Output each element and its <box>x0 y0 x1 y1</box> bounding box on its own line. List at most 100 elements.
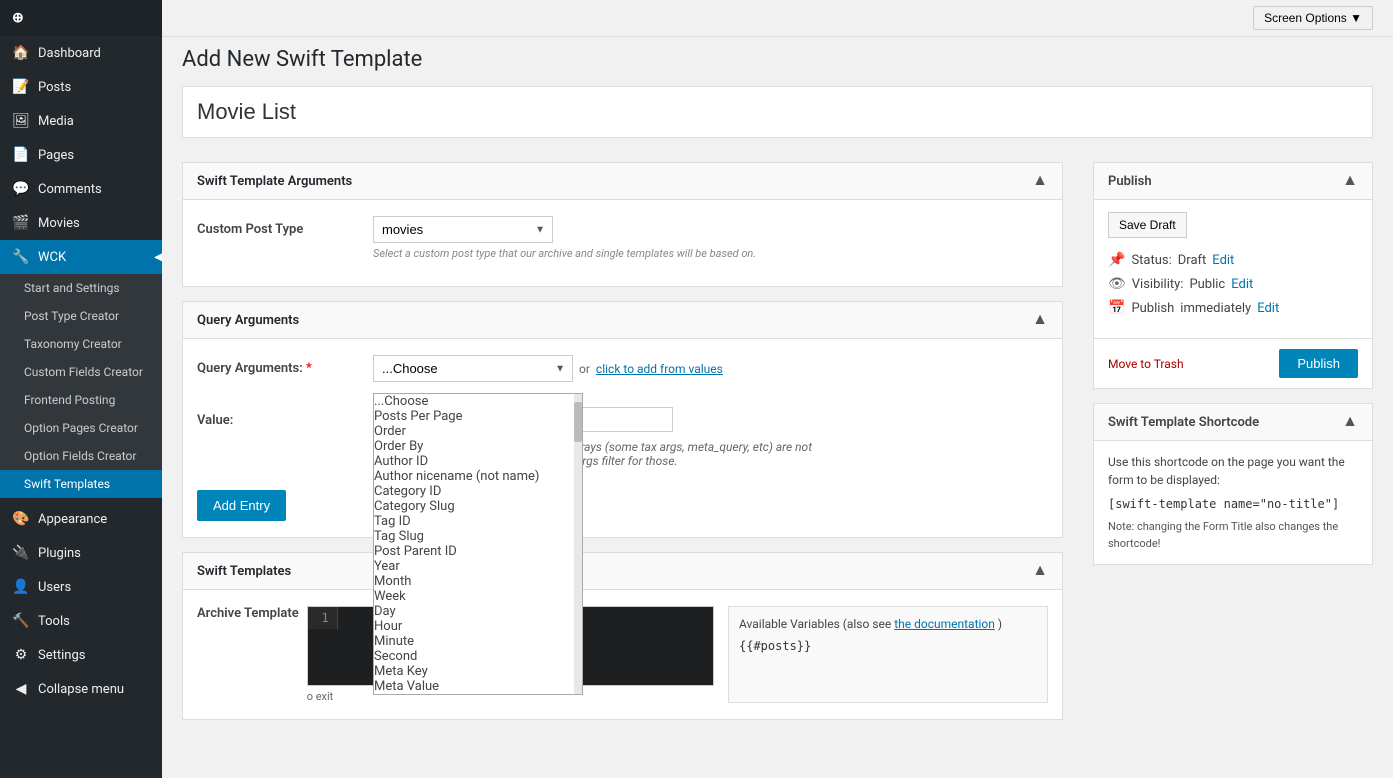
dropdown-item-month[interactable]: Month <box>374 574 582 589</box>
documentation-link[interactable]: the documentation <box>894 617 995 631</box>
collapse-swift-template-btn[interactable]: ▲ <box>1032 172 1048 190</box>
wck-submenu: Start and Settings Post Type Creator Tax… <box>0 274 162 498</box>
sidebar-submenu-option-pages-creator[interactable]: Option Pages Creator <box>0 414 162 442</box>
sidebar-submenu-swift-templates[interactable]: Swift Templates <box>0 470 162 498</box>
sidebar-item-media[interactable]: 🖼 Media <box>0 104 162 138</box>
sidebar-item-movies[interactable]: 🎬 Movies <box>0 206 162 240</box>
publish-time-edit-link[interactable]: Edit <box>1257 301 1279 316</box>
shortcode-panel: Swift Template Shortcode ▲ Use this shor… <box>1093 403 1373 565</box>
sidebar-item-settings[interactable]: ⚙ Settings <box>0 638 162 672</box>
dropdown-item-author-nicename[interactable]: Author nicename (not name) <box>374 469 582 484</box>
publish-panel-header[interactable]: Publish ▲ <box>1094 163 1372 200</box>
tools-icon: 🔨 <box>12 613 30 629</box>
sidebar-item-wck[interactable]: 🔧 WCK ◂ <box>0 240 162 274</box>
add-entry-button[interactable]: Add Entry <box>197 490 286 521</box>
dropdown-scrollbar-thumb[interactable] <box>574 402 582 442</box>
sidebar-item-dashboard[interactable]: 🏠 Dashboard <box>0 36 162 70</box>
swift-template-arguments-header[interactable]: Swift Template Arguments ▲ <box>183 163 1062 200</box>
save-draft-button[interactable]: Save Draft <box>1108 212 1187 238</box>
query-arguments-title: Query Arguments <box>197 313 299 328</box>
shortcode-note: Note: changing the Form Title also chang… <box>1108 519 1358 552</box>
sidebar-item-users[interactable]: 👤 Users <box>0 570 162 604</box>
sidebar-item-tools[interactable]: 🔨 Tools <box>0 604 162 638</box>
dropdown-item-author-id[interactable]: Author ID <box>374 454 582 469</box>
dropdown-item-choose[interactable]: ...Choose <box>374 394 582 409</box>
dropdown-item-second[interactable]: Second <box>374 649 582 664</box>
sidebar-submenu-taxonomy-creator[interactable]: Taxonomy Creator <box>0 330 162 358</box>
sidebar-submenu-frontend-posting[interactable]: Frontend Posting <box>0 386 162 414</box>
query-args-select[interactable]: ...Choose <box>373 355 573 382</box>
sidebar-submenu-start-settings[interactable]: Start and Settings <box>0 274 162 302</box>
custom-post-type-field: movies Select a custom post type that ou… <box>373 216 1048 260</box>
collapse-swift-templates-btn[interactable]: ▲ <box>1032 562 1048 580</box>
status-label: Status: <box>1131 253 1171 268</box>
sidebar-item-label: Users <box>38 580 71 595</box>
publish-time: immediately <box>1180 301 1251 316</box>
dropdown-item-year[interactable]: Year <box>374 559 582 574</box>
visibility-label: Visibility: <box>1132 277 1184 292</box>
right-col: Publish ▲ Save Draft 📌 Status: Draft Edi… <box>1093 162 1373 734</box>
dropdown-item-posts-per-page[interactable]: Posts Per Page <box>374 409 582 424</box>
sidebar-item-pages[interactable]: 📄 Pages <box>0 138 162 172</box>
dropdown-item-meta-value[interactable]: Meta Value <box>374 679 582 694</box>
dropdown-item-minute[interactable]: Minute <box>374 634 582 649</box>
sidebar-submenu-option-fields-creator[interactable]: Option Fields Creator <box>0 442 162 470</box>
shortcode-panel-header[interactable]: Swift Template Shortcode ▲ <box>1094 404 1372 441</box>
users-icon: 👤 <box>12 579 30 595</box>
swift-templates-label: Swift Templates <box>24 477 110 491</box>
movies-icon: 🎬 <box>12 215 30 231</box>
sidebar-submenu-post-type-creator[interactable]: Post Type Creator <box>0 302 162 330</box>
query-args-field: ...Choose or click to add from values <box>373 355 1048 397</box>
custom-post-type-label: Custom Post Type <box>197 216 357 237</box>
status-icon: 📌 <box>1108 252 1125 268</box>
collapse-publish-btn[interactable]: ▲ <box>1342 172 1358 190</box>
sidebar-submenu-custom-fields-creator[interactable]: Custom Fields Creator <box>0 358 162 386</box>
shortcode-description: Use this shortcode on the page you want … <box>1108 453 1358 489</box>
swift-templates-header[interactable]: Swift Templates ▲ <box>183 553 1062 590</box>
query-args-select-wrap: ...Choose <box>373 355 573 382</box>
sidebar-item-comments[interactable]: 💬 Comments <box>0 172 162 206</box>
status-edit-link[interactable]: Edit <box>1212 253 1234 268</box>
available-vars-header: Available Variables (also see the docume… <box>739 617 1037 631</box>
pages-icon: 📄 <box>12 147 30 163</box>
click-values-link[interactable]: click to add from values <box>596 362 723 376</box>
screen-options-button[interactable]: Screen Options ▼ <box>1253 6 1373 30</box>
visibility-edit-link[interactable]: Edit <box>1231 277 1253 292</box>
sidebar-item-posts[interactable]: 📝 Posts <box>0 70 162 104</box>
dropdown-item-tag-slug[interactable]: Tag Slug <box>374 529 582 544</box>
sidebar-item-label: Appearance <box>38 512 107 527</box>
dropdown-item-week[interactable]: Week <box>374 589 582 604</box>
collapse-icon: ◀ <box>12 681 30 697</box>
dropdown-item-order[interactable]: Order <box>374 424 582 439</box>
dropdown-item-day[interactable]: Day <box>374 604 582 619</box>
collapse-query-btn[interactable]: ▲ <box>1032 311 1048 329</box>
dropdown-item-category-id[interactable]: Category ID <box>374 484 582 499</box>
sidebar-logo: ⊕ <box>0 0 162 36</box>
visibility-row: 👁 Visibility: Public Edit <box>1108 272 1358 296</box>
title-input[interactable] <box>183 87 1372 137</box>
media-icon: 🖼 <box>12 113 30 129</box>
sidebar-item-appearance[interactable]: 🎨 Appearance <box>0 502 162 536</box>
dropdown-item-post-parent-id[interactable]: Post Parent ID <box>374 544 582 559</box>
dashboard-icon: 🏠 <box>12 45 30 61</box>
query-arguments-header[interactable]: Query Arguments ▲ <box>183 302 1062 339</box>
start-settings-label: Start and Settings <box>24 281 120 295</box>
sidebar-item-label: WCK <box>38 250 66 265</box>
publish-button[interactable]: Publish <box>1279 349 1358 378</box>
collapse-shortcode-btn[interactable]: ▲ <box>1342 413 1358 431</box>
dropdown-item-tag-id[interactable]: Tag ID <box>374 514 582 529</box>
dropdown-item-hour[interactable]: Hour <box>374 619 582 634</box>
sidebar-item-label: Collapse menu <box>38 682 124 697</box>
query-args-dropdown: ...Choose Posts Per Page Order Order By … <box>373 393 583 695</box>
sidebar-item-collapse[interactable]: ◀ Collapse menu <box>0 672 162 706</box>
swift-template-arguments-title: Swift Template Arguments <box>197 174 352 189</box>
move-to-trash-link[interactable]: Move to Trash <box>1108 357 1184 371</box>
dropdown-item-meta-key[interactable]: Meta Key <box>374 664 582 679</box>
dropdown-item-category-slug[interactable]: Category Slug <box>374 499 582 514</box>
title-input-wrap <box>182 86 1373 138</box>
dropdown-item-order-by[interactable]: Order By <box>374 439 582 454</box>
custom-post-type-select[interactable]: movies <box>373 216 553 243</box>
sidebar-item-plugins[interactable]: 🔌 Plugins <box>0 536 162 570</box>
sidebar-item-label: Movies <box>38 216 80 231</box>
archive-template-label: Archive Template <box>197 606 299 621</box>
